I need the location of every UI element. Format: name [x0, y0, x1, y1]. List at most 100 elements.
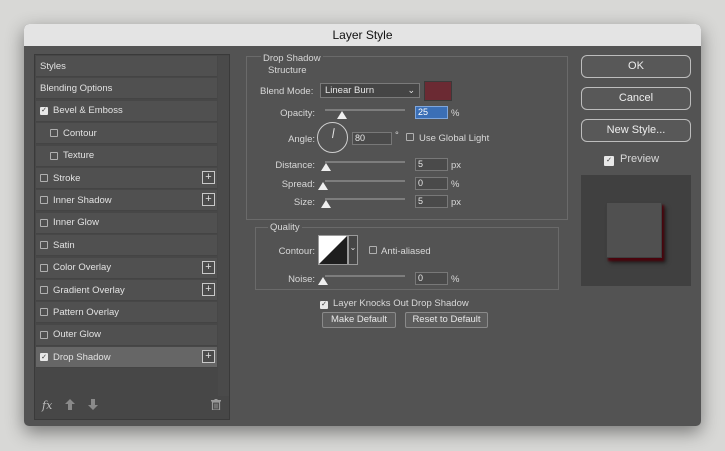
styles-list-item[interactable]: Gradient Overlay +	[36, 280, 217, 301]
section-title: Drop Shadow	[261, 53, 323, 64]
styles-list-item[interactable]: ✓ Bevel & Emboss	[36, 100, 217, 122]
reset-to-default-button[interactable]: Reset to Default	[405, 312, 488, 328]
styles-list-item-label: Gradient Overlay	[53, 284, 125, 296]
distance-label: Distance:	[275, 160, 315, 171]
size-slider-thumb[interactable]	[321, 200, 331, 208]
checkbox-icon[interactable]	[40, 174, 48, 182]
styles-list-item[interactable]: ✓ Drop Shadow +	[36, 347, 217, 369]
noise-field[interactable]: 0	[415, 272, 448, 285]
distance-unit: px	[451, 160, 462, 171]
move-up-icon[interactable]	[65, 399, 75, 413]
checkbox-icon[interactable]	[40, 308, 48, 317]
noise-slider-track[interactable]	[325, 275, 405, 277]
structure-title: Structure	[268, 65, 307, 76]
styles-list-item[interactable]: Satin	[36, 235, 217, 257]
blend-mode-value: Linear Burn	[325, 85, 375, 96]
styles-list-item[interactable]: Stroke +	[36, 168, 217, 189]
checkbox-icon	[406, 133, 414, 141]
distance-field[interactable]: 5	[415, 158, 448, 171]
add-icon[interactable]: +	[202, 171, 215, 184]
size-slider-track[interactable]	[325, 198, 405, 200]
checkbox-icon[interactable]	[40, 286, 48, 294]
opacity-slider-thumb[interactable]	[337, 111, 347, 119]
checkbox-icon[interactable]: ✓	[40, 353, 48, 362]
blend-mode-select[interactable]: Linear Burn ⌄	[320, 83, 420, 98]
styles-list-item[interactable]: Outer Glow	[36, 324, 217, 346]
move-down-icon[interactable]	[88, 399, 98, 413]
spread-slider-thumb[interactable]	[318, 182, 328, 190]
trash-icon[interactable]	[211, 399, 221, 413]
styles-list-item-label: Satin	[53, 239, 75, 251]
styles-list-item[interactable]: Color Overlay +	[36, 257, 217, 279]
contour-label: Contour:	[278, 246, 315, 257]
angle-dial[interactable]	[317, 122, 348, 153]
fx-menu-icon[interactable]: fx	[42, 399, 52, 412]
dialog-titlebar[interactable]: Layer Style	[24, 24, 701, 46]
add-icon[interactable]: +	[202, 193, 215, 207]
styles-list-item[interactable]: Blending Options	[36, 78, 217, 100]
contour-preview[interactable]	[318, 235, 348, 265]
contour-curve-icon	[319, 236, 347, 264]
cancel-button[interactable]: Cancel	[581, 87, 691, 110]
quality-title: Quality	[268, 222, 302, 233]
contour-dropdown[interactable]: ⌄	[348, 235, 358, 265]
new-style-button[interactable]: New Style...	[581, 119, 691, 142]
opacity-field[interactable]: 25	[415, 106, 448, 119]
checkbox-icon[interactable]	[40, 330, 48, 339]
make-default-button[interactable]: Make Default	[322, 312, 396, 328]
styles-list-item-label: Pattern Overlay	[53, 306, 119, 318]
styles-list-item-label: Blending Options	[40, 82, 113, 94]
styles-list-panel: Styles Blending Options ✓ Bevel & Emboss Con…	[34, 54, 230, 420]
ok-button[interactable]: OK	[581, 55, 691, 78]
add-icon[interactable]: +	[202, 260, 215, 274]
use-global-light-label: Use Global Light	[419, 133, 490, 144]
checkbox-icon[interactable]: ✓	[40, 106, 48, 115]
size-field[interactable]: 5	[415, 195, 448, 208]
checkbox-icon[interactable]	[40, 241, 48, 250]
shadow-color-swatch[interactable]	[424, 81, 452, 101]
checkbox-icon[interactable]	[40, 218, 48, 227]
layer-knocks-out-checkbox[interactable]: ✓	[320, 298, 333, 309]
spread-field[interactable]: 0	[415, 177, 448, 190]
checkbox-icon: ✓	[320, 300, 328, 309]
use-global-light-checkbox[interactable]	[406, 133, 419, 144]
layer-knocks-out-label: Layer Knocks Out Drop Shadow	[333, 298, 469, 309]
noise-slider-thumb[interactable]	[318, 277, 328, 285]
checkbox-icon	[369, 246, 377, 254]
styles-list-item-label: Inner Glow	[53, 217, 99, 229]
styles-list-item-label: Stroke	[53, 172, 81, 184]
styles-list-item[interactable]: Contour	[36, 123, 217, 145]
size-label: Size:	[293, 197, 315, 208]
angle-field[interactable]: 80	[352, 132, 392, 145]
styles-list-item-label: Inner Shadow	[53, 194, 112, 206]
styles-list-item[interactable]: Inner Glow	[36, 212, 217, 234]
distance-slider-thumb[interactable]	[321, 163, 331, 171]
add-icon[interactable]: +	[202, 350, 215, 364]
opacity-unit: %	[451, 108, 460, 119]
styles-list-item[interactable]: Pattern Overlay	[36, 302, 217, 324]
styles-list-item-label: Outer Glow	[53, 329, 102, 341]
add-icon[interactable]: +	[202, 283, 215, 296]
styles-list-item-label: Texture	[63, 150, 95, 162]
checkbox-icon[interactable]	[50, 129, 58, 138]
chevron-down-icon: ⌄	[407, 85, 415, 95]
angle-needle	[332, 128, 335, 139]
styles-list-item[interactable]: Inner Shadow +	[36, 190, 217, 212]
styles-list-item-label: Bevel & Emboss	[53, 105, 123, 117]
size-unit: px	[451, 197, 462, 208]
styles-list-item[interactable]: Styles	[36, 56, 217, 77]
styles-list-item[interactable]: Texture	[36, 145, 217, 167]
distance-slider-track[interactable]	[325, 161, 405, 163]
styles-list-scrollbar[interactable]	[218, 56, 229, 396]
noise-unit: %	[451, 274, 460, 285]
checkbox-icon[interactable]	[40, 196, 48, 205]
checkbox-icon[interactable]	[40, 263, 48, 272]
styles-list-item-label: Contour	[63, 127, 97, 139]
preview-checkbox[interactable]: ✓	[604, 154, 619, 166]
noise-label: Noise:	[288, 274, 315, 285]
spread-slider-track[interactable]	[325, 180, 405, 182]
styles-list-footer: fx	[35, 395, 229, 419]
anti-aliased-label: Anti-aliased	[381, 246, 431, 257]
checkbox-icon[interactable]	[50, 151, 58, 160]
checkbox-icon: ✓	[604, 155, 614, 166]
